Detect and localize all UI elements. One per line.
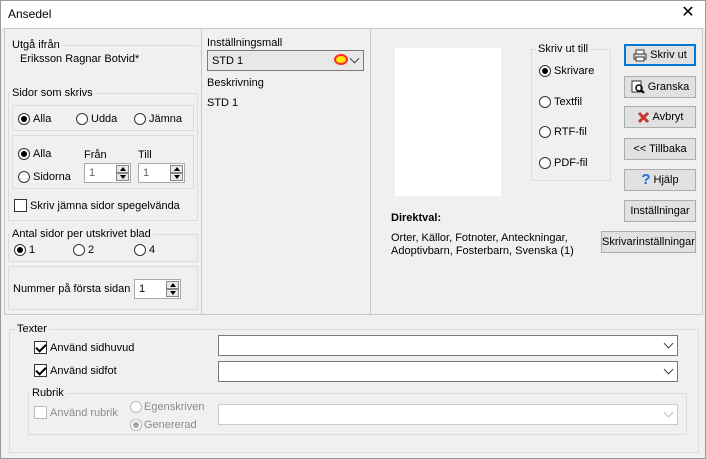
header-checkbox[interactable] <box>34 341 47 354</box>
print-button[interactable]: Skriv ut <box>624 44 696 66</box>
textfile-label: Textfil <box>554 96 583 108</box>
settings-button-label: Inställningar <box>630 205 690 217</box>
texts-label: Texter <box>15 323 49 335</box>
close-icon[interactable]: ✕ <box>679 4 697 22</box>
footer-chevron-down-icon <box>663 364 674 375</box>
printer-settings-button[interactable]: Skrivarinställningar <box>601 231 696 253</box>
mirror-label: Skriv jämna sidor spegelvända <box>30 200 180 212</box>
settings-button[interactable]: Inställningar <box>624 200 696 222</box>
back-button[interactable]: << Tillbaka <box>624 138 696 160</box>
back-button-label: << Tillbaka <box>633 143 687 155</box>
pps-2-label: 2 <box>88 244 95 256</box>
first-page-value: 1 <box>139 283 146 295</box>
parity-odd-label: Udda <box>91 113 118 125</box>
first-page-down-arrow-icon[interactable] <box>166 289 179 297</box>
template-label: Inställningsmall <box>207 37 283 49</box>
pps-1-radio[interactable] <box>14 244 26 256</box>
print-preview-thumbnail <box>395 48 501 196</box>
printer-label: Skrivare <box>554 65 595 77</box>
start-person-value: Eriksson Ragnar Botvid* <box>20 53 140 65</box>
rubrik-generated-radio[interactable] <box>130 419 142 431</box>
direktval-line1: Orter, Källor, Fotnoter, Anteckningar, <box>391 232 568 244</box>
direktval-label: Direktval: <box>391 212 442 224</box>
pages-per-sheet-label: Antal sidor per utskrivet blad <box>10 228 153 240</box>
rubrik-label: Rubrik <box>30 387 66 399</box>
parity-even-radio[interactable] <box>134 113 146 125</box>
preview-button-label: Granska <box>647 81 690 93</box>
mirror-checkbox[interactable] <box>14 199 27 212</box>
to-value: 1 <box>143 167 150 179</box>
rubrik-custom-radio[interactable] <box>130 401 142 413</box>
textfile-radio[interactable] <box>539 96 551 108</box>
start-person-label: Utgå ifrån <box>10 39 62 51</box>
rtffile-radio[interactable] <box>539 126 551 138</box>
pps-4-label: 4 <box>149 244 156 256</box>
printer-settings-button-label: Skrivarinställningar <box>602 236 695 248</box>
rubrik-generated-label: Genererad <box>144 419 197 431</box>
rubrik-use-label: Använd rubrik <box>50 407 118 419</box>
parity-odd-radio[interactable] <box>76 113 88 125</box>
pages-group-label: Sidor som skrivs <box>10 87 95 99</box>
title-bar: Ansedel ✕ <box>1 1 705 28</box>
parity-all-label: Alla <box>33 113 52 125</box>
template-combo[interactable]: STD 1 <box>207 50 364 71</box>
first-page-label: Nummer på första sidan <box>13 283 131 295</box>
cancel-button-label: Avbryt <box>652 111 684 123</box>
chevron-down-icon <box>349 53 360 64</box>
to-down-arrow-icon[interactable] <box>170 173 183 181</box>
printer-radio[interactable] <box>539 65 551 77</box>
range-pages-radio[interactable] <box>18 171 30 183</box>
range-all-radio[interactable] <box>18 148 30 160</box>
red-x-icon <box>637 111 649 123</box>
dialog-window: Ansedel ✕ Utgå ifrån Eriksson Ragnar Bot… <box>0 0 706 459</box>
pps-4-radio[interactable] <box>134 244 146 256</box>
magnifier-icon <box>631 80 645 94</box>
from-value: 1 <box>89 167 96 179</box>
cancel-button[interactable]: Avbryt <box>624 106 696 128</box>
pdffile-radio[interactable] <box>539 157 551 169</box>
header-label: Använd sidhuvud <box>50 342 135 354</box>
header-chevron-down-icon <box>663 338 674 349</box>
rtffile-label: RTF-fil <box>554 126 587 138</box>
printer-icon <box>633 49 647 62</box>
preview-button[interactable]: Granska <box>624 76 696 98</box>
pdffile-label: PDF-fil <box>554 157 588 169</box>
from-label: Från <box>84 149 107 161</box>
help-button-label: Hjälp <box>653 174 679 186</box>
middle-panel <box>201 28 371 315</box>
to-label: Till <box>138 149 152 161</box>
help-button[interactable]: ? Hjälp <box>624 169 696 191</box>
range-all-label: Alla <box>33 148 52 160</box>
rubrik-checkbox[interactable] <box>34 406 47 419</box>
to-spinner[interactable]: 1 <box>138 163 185 183</box>
from-down-arrow-icon[interactable] <box>116 173 129 181</box>
window-title: Ansedel <box>8 7 52 21</box>
question-icon: ? <box>641 171 651 189</box>
to-up-arrow-icon[interactable] <box>170 165 183 173</box>
from-spinner[interactable]: 1 <box>84 163 131 183</box>
rubrik-custom-label: Egenskriven <box>144 401 205 413</box>
range-pages-label: Sidorna <box>33 171 71 183</box>
first-page-up-arrow-icon[interactable] <box>166 281 179 289</box>
print-button-label: Skriv ut <box>650 49 687 61</box>
pps-1-label: 1 <box>29 244 36 256</box>
from-up-arrow-icon[interactable] <box>116 165 129 173</box>
parity-all-radio[interactable] <box>18 113 30 125</box>
print-to-label: Skriv ut till <box>536 43 591 55</box>
pps-2-radio[interactable] <box>73 244 85 256</box>
description-value: STD 1 <box>207 97 239 109</box>
footer-label: Använd sidfot <box>50 365 117 377</box>
header-combo[interactable] <box>218 335 678 356</box>
footer-combo[interactable] <box>218 361 678 382</box>
cursor-highlight-icon <box>334 54 348 65</box>
direktval-line2: Adoptivbarn, Fosterbarn, Svenska (1) <box>391 245 574 257</box>
parity-even-label: Jämna <box>149 113 183 125</box>
description-label: Beskrivning <box>207 77 264 89</box>
first-page-spinner[interactable]: 1 <box>134 279 181 299</box>
rubrik-chevron-down-icon <box>663 407 674 418</box>
template-value: STD 1 <box>212 55 244 67</box>
footer-checkbox[interactable] <box>34 364 47 377</box>
rubrik-combo[interactable] <box>218 404 678 425</box>
